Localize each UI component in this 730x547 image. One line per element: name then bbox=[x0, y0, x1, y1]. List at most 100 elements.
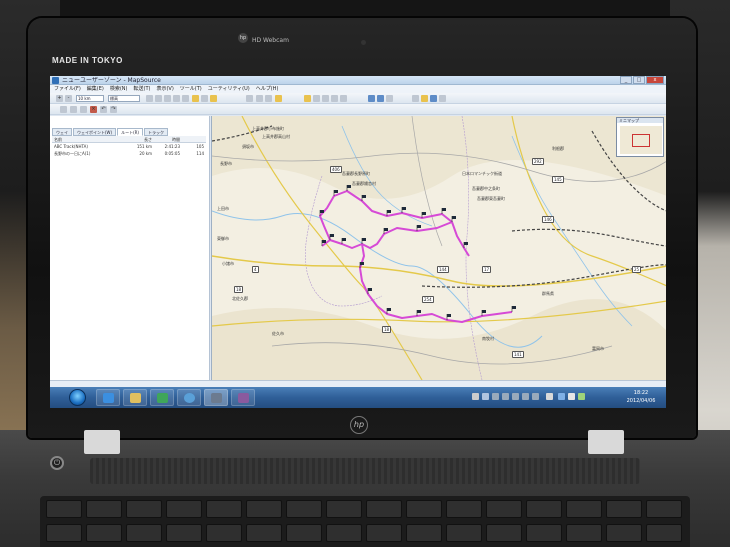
keyboard-key[interactable] bbox=[206, 500, 242, 518]
waypoint-flag-icon[interactable] bbox=[304, 95, 311, 102]
select-tool-icon[interactable] bbox=[164, 95, 171, 102]
map-type-select[interactable]: 標高 bbox=[108, 95, 140, 102]
menu-utilities[interactable]: ユーティリティ(U) bbox=[208, 85, 250, 93]
zoom-tool-icon[interactable] bbox=[146, 95, 153, 102]
tray-app-icon[interactable] bbox=[532, 393, 539, 400]
tab-tracks[interactable]: トラック bbox=[143, 128, 168, 136]
tab-waypoints[interactable]: ウェイポイント(W) bbox=[73, 128, 117, 136]
menu-tools[interactable]: ツール(T) bbox=[180, 85, 202, 93]
minimize-button[interactable]: _ bbox=[620, 76, 632, 84]
copy-icon[interactable] bbox=[70, 106, 77, 113]
keyboard-key[interactable] bbox=[566, 500, 602, 518]
keyboard-key[interactable] bbox=[166, 524, 202, 542]
keyboard-key[interactable] bbox=[606, 500, 642, 518]
keyboard-key[interactable] bbox=[406, 524, 442, 542]
menu-transfer[interactable]: 転送(T) bbox=[134, 85, 151, 93]
show-hidden-icons-icon[interactable] bbox=[546, 393, 553, 400]
measure-tool-icon[interactable] bbox=[210, 95, 217, 102]
tool-icon[interactable] bbox=[502, 393, 509, 400]
erase-tool-icon[interactable] bbox=[201, 95, 208, 102]
keyboard-key[interactable] bbox=[246, 500, 282, 518]
print-icon[interactable] bbox=[439, 95, 446, 102]
language-icon[interactable] bbox=[482, 393, 489, 400]
taskbar-clock[interactable]: 18:22 2012/04/06 bbox=[622, 389, 660, 405]
keyboard-key[interactable] bbox=[166, 500, 202, 518]
keyboard-key[interactable] bbox=[86, 500, 122, 518]
keyboard-key[interactable] bbox=[366, 524, 402, 542]
highlight-icon[interactable] bbox=[275, 95, 282, 102]
volume-icon[interactable] bbox=[568, 393, 575, 400]
map-canvas[interactable] bbox=[212, 116, 666, 380]
battery-icon[interactable] bbox=[578, 393, 585, 400]
pointer-icon[interactable] bbox=[256, 95, 263, 102]
taskbar-ie[interactable] bbox=[96, 389, 120, 406]
taskbar-explorer[interactable] bbox=[123, 389, 147, 406]
hand-tool-icon[interactable] bbox=[155, 95, 162, 102]
keyboard-key[interactable] bbox=[326, 524, 362, 542]
keyboard-key[interactable] bbox=[246, 524, 282, 542]
keyboard-key[interactable] bbox=[126, 524, 162, 542]
menu-help[interactable]: ヘルプ(H) bbox=[256, 85, 279, 93]
keyboard-key[interactable] bbox=[46, 500, 82, 518]
column-name[interactable]: 名前 bbox=[52, 136, 124, 142]
keyboard-key[interactable] bbox=[406, 500, 442, 518]
overview-map[interactable]: ミニマップ bbox=[616, 117, 664, 157]
zoom-in-icon[interactable]: + bbox=[56, 95, 63, 102]
taskbar-media[interactable] bbox=[231, 389, 255, 406]
keyboard-key[interactable] bbox=[486, 500, 522, 518]
taskbar-globe[interactable] bbox=[177, 389, 201, 406]
power-button[interactable]: ⏻ bbox=[50, 456, 64, 470]
keyboard-key[interactable] bbox=[286, 500, 322, 518]
taskbar-mapsource[interactable] bbox=[204, 389, 228, 406]
keyboard-key[interactable] bbox=[86, 524, 122, 542]
taskbar-app[interactable] bbox=[150, 389, 174, 406]
delete-icon[interactable]: × bbox=[90, 106, 97, 113]
maximize-button[interactable]: □ bbox=[633, 76, 645, 84]
keyboard-key[interactable] bbox=[366, 500, 402, 518]
pencil-icon[interactable] bbox=[265, 95, 272, 102]
menu-edit[interactable]: 編集(E) bbox=[87, 85, 104, 93]
keyboard-key[interactable] bbox=[46, 524, 82, 542]
keyboard-key[interactable] bbox=[526, 524, 562, 542]
tray-app-icon[interactable] bbox=[522, 393, 529, 400]
keyboard-key[interactable] bbox=[206, 524, 242, 542]
keyboard-key[interactable] bbox=[486, 524, 522, 542]
track-tool-icon[interactable] bbox=[192, 95, 199, 102]
column-time[interactable]: 時間 bbox=[152, 136, 180, 142]
list-item[interactable]: 長野市の一日にA(1) 20 km 0:05:05 114 bbox=[52, 150, 206, 157]
keyboard-key[interactable] bbox=[446, 500, 482, 518]
track-line-icon[interactable] bbox=[322, 95, 329, 102]
keyboard-key[interactable] bbox=[326, 500, 362, 518]
column-length[interactable]: 長さ bbox=[124, 136, 152, 142]
route-line-icon[interactable] bbox=[313, 95, 320, 102]
list-item[interactable]: ABC Track(NHTA) 151 km 2:41:23 105 bbox=[52, 143, 206, 150]
menu-find[interactable]: 検索(N) bbox=[110, 85, 128, 93]
overview-viewport[interactable] bbox=[632, 134, 650, 147]
tray-app-icon[interactable] bbox=[512, 393, 519, 400]
keyboard-key[interactable] bbox=[646, 524, 682, 542]
paste-icon[interactable] bbox=[80, 106, 87, 113]
send-to-device-icon[interactable] bbox=[377, 95, 384, 102]
select-area-icon[interactable] bbox=[246, 95, 253, 102]
tab-routes[interactable]: ルート(R) bbox=[117, 128, 143, 136]
map-view[interactable]: 上高井郡小布施町 上高井郡高山村 須坂市 長野市 日本ロマンチック街道 吾妻郡長… bbox=[211, 116, 666, 380]
window-titlebar[interactable]: ニューユーザーゾーン - MapSource _ □ x bbox=[50, 76, 666, 85]
zoom-level-select[interactable]: 10 km bbox=[76, 95, 104, 102]
open-file-icon[interactable] bbox=[421, 95, 428, 102]
profile-icon[interactable] bbox=[340, 95, 347, 102]
save-file-icon[interactable] bbox=[430, 95, 437, 102]
receive-from-device-icon[interactable] bbox=[368, 95, 375, 102]
menu-view[interactable]: 表示(V) bbox=[156, 85, 173, 93]
keyboard-key[interactable] bbox=[286, 524, 322, 542]
network-icon[interactable] bbox=[558, 393, 565, 400]
cut-icon[interactable] bbox=[60, 106, 67, 113]
zoom-out-icon[interactable]: - bbox=[65, 95, 72, 102]
route-tool-icon[interactable] bbox=[182, 95, 189, 102]
help-icon[interactable] bbox=[492, 393, 499, 400]
keyboard-key[interactable] bbox=[566, 524, 602, 542]
undo-icon[interactable]: ↶ bbox=[100, 106, 107, 113]
keyboard-key[interactable] bbox=[126, 500, 162, 518]
menu-file[interactable]: ファイル(F) bbox=[54, 85, 81, 93]
waypoint-tool-icon[interactable] bbox=[173, 95, 180, 102]
redo-icon[interactable]: ↷ bbox=[110, 106, 117, 113]
